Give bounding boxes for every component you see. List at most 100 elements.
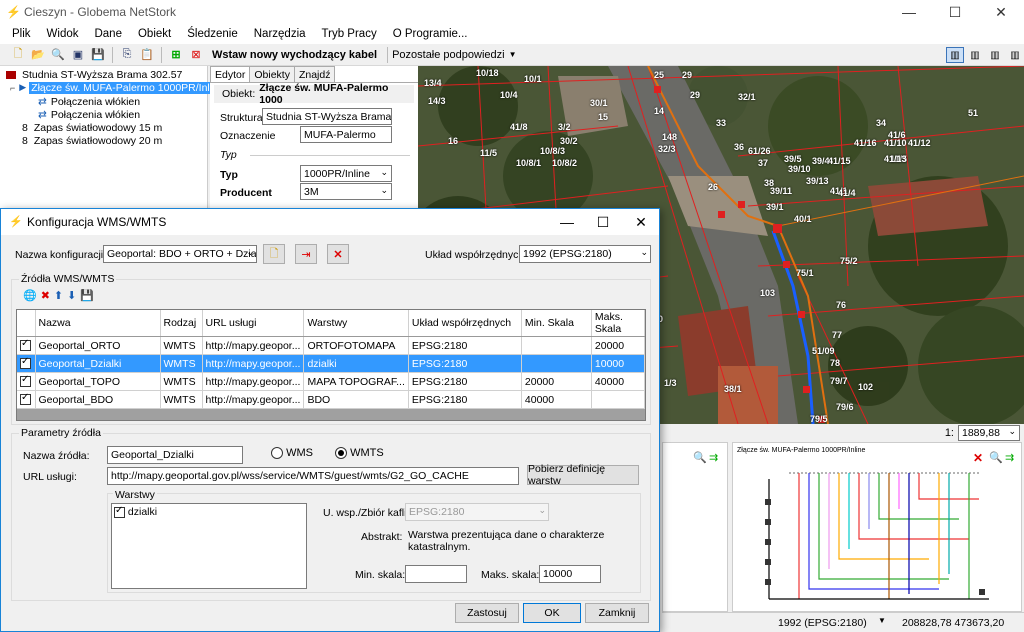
minimize-icon[interactable]: — (549, 209, 585, 235)
table-row[interactable]: Geoportal_BDO WMTS http://mapy.geopor...… (17, 390, 645, 409)
rename-config-icon[interactable]: ⇥ (295, 244, 317, 264)
delete-config-icon[interactable]: ✕ (327, 244, 349, 264)
preview-icon[interactable]: 🔍 (693, 451, 707, 464)
tree-item-polaczenia-1[interactable]: ⇄ Połączenia włókien (38, 95, 140, 108)
typ-select[interactable]: 1000PR/Inline ⌄ (300, 165, 392, 182)
tree-item-zlacze[interactable]: ⌐ ▶ Złącze św. MUFA-Palermo 1000PR/Inlin… (10, 81, 226, 94)
move-down-icon[interactable]: ⬇ (67, 289, 76, 302)
menu-tryb-pracy[interactable]: Tryb Pracy (314, 28, 385, 40)
scale-select[interactable]: 1889,88 ⌄ (958, 425, 1020, 441)
menu-widok[interactable]: Widok (39, 28, 87, 40)
row-checkbox[interactable] (20, 356, 31, 370)
apply-button[interactable]: Zastosuj (455, 603, 519, 623)
row-checkbox[interactable] (20, 374, 31, 388)
min-scale-input[interactable] (405, 565, 467, 583)
list-item[interactable]: dzialki (112, 504, 306, 520)
column-header-url[interactable]: URL usługi (202, 310, 305, 337)
column-header-max-scale[interactable]: Maks. Skala (591, 310, 645, 337)
chevron-down-icon: ⌄ (538, 505, 546, 515)
tab-obiekty[interactable]: Obiekty (249, 66, 295, 82)
row-checkbox[interactable] (20, 338, 31, 352)
save-icon[interactable]: 💾 (80, 289, 94, 302)
tree-item-zapas-15[interactable]: 8 Zapas światłowodowy 15 m (22, 121, 162, 134)
copy-icon[interactable]: ⎘ (119, 47, 135, 63)
tree-item-studnia[interactable]: Studnia ST-Wyższa Brama 302.57 (6, 68, 182, 81)
save-icon[interactable]: 💾 (90, 47, 106, 63)
source-name-input[interactable]: Geoportal_Dzialki (107, 446, 243, 464)
layout-4-icon[interactable]: ▥ (1006, 47, 1024, 63)
table-row[interactable]: Geoportal_TOPO WMTS http://mapy.geopor..… (17, 372, 645, 391)
oznaczenie-field[interactable]: MUFA-Palermo (300, 126, 392, 143)
parcel-label: 10/8/1 (516, 158, 542, 168)
parcel-label: 10/8/3 (540, 146, 566, 156)
cell-type: WMTS (160, 354, 203, 373)
struktura-field[interactable]: Studnia ST-Wyższa Brama 302. (262, 108, 392, 125)
ok-button[interactable]: OK (523, 603, 581, 623)
delete-icon[interactable]: ⊠ (188, 47, 204, 63)
cell-min-scale: 20000 (521, 372, 592, 391)
row-checkbox[interactable] (20, 392, 31, 406)
menu-dane[interactable]: Dane (86, 28, 130, 40)
menu-plik[interactable]: Plik (0, 28, 39, 40)
properties-icon[interactable]: ▣ (70, 47, 86, 63)
hints-dropdown[interactable]: Pozostałe podpowiedzi (392, 49, 505, 61)
parcel-label: 13/4 (424, 78, 442, 88)
tree-item-zapas-20[interactable]: 8 Zapas światłowodowy 20 m (22, 134, 162, 147)
tab-znajdz[interactable]: Znajdź (293, 66, 336, 82)
tree-item-polaczenia-2[interactable]: ⇄ Połączenia włókien (38, 108, 140, 121)
menu-narzedzia[interactable]: Narzędzia (246, 28, 314, 40)
oznaczenie-label: Oznaczenie (220, 130, 276, 142)
fetch-layers-button[interactable]: Pobierz definicję warstw (527, 463, 639, 487)
parcel-label: 10/4 (500, 90, 518, 100)
column-header-name[interactable]: Nazwa (35, 310, 161, 337)
add-globe-icon[interactable]: 🌐 (23, 289, 37, 302)
column-header-crs[interactable]: Układ współrzędnych (408, 310, 522, 337)
maximize-icon[interactable]: ☐ (585, 209, 621, 235)
crs-status[interactable]: 1992 (EPSG:2180) (778, 617, 867, 629)
menu-obiekt[interactable]: Obiekt (130, 28, 179, 40)
parcel-label: 61/26 (748, 146, 771, 156)
menu-sledzenie[interactable]: Śledzenie (179, 28, 246, 40)
tile-matrix-select[interactable]: EPSG:2180 ⌄ (405, 503, 549, 521)
preview-icon[interactable]: 🔍 (50, 47, 66, 63)
column-header-layers[interactable]: Warstwy (303, 310, 409, 337)
producent-select[interactable]: 3M ⌄ (300, 183, 392, 200)
table-row[interactable]: Geoportal_ORTO WMTS http://mapy.geopor..… (17, 336, 645, 355)
menu-o-programie[interactable]: O Programie... (385, 28, 476, 40)
parcel-label: 41/12 (908, 138, 931, 148)
layout-3-icon[interactable]: ▥ (986, 47, 1004, 63)
maximize-icon[interactable]: ☐ (932, 0, 978, 24)
fiber-connection-icon: ⇄ (38, 95, 47, 108)
crs-select[interactable]: 1992 (EPSG:2180) ⌄ (519, 245, 651, 263)
tab-edytor[interactable]: Edytor (210, 66, 251, 82)
open-folder-icon[interactable]: 📂 (30, 47, 46, 63)
splice-diagram (765, 472, 989, 600)
insert-cable-button[interactable]: Wstaw nowy wychodzący kabel (212, 49, 377, 61)
minimize-icon[interactable]: — (886, 0, 932, 24)
parcel-label: 79/6 (836, 402, 854, 412)
remove-icon[interactable]: ✖ (41, 289, 50, 302)
column-header-check (17, 310, 36, 337)
fiber-connection-icon: ⇄ (38, 108, 47, 121)
close-button[interactable]: Zamknij (585, 603, 649, 623)
radio-wms[interactable]: WMS (271, 447, 313, 460)
url-input[interactable]: http://mapy.geoportal.gov.pl/wss/service… (107, 467, 519, 485)
layout-2-icon[interactable]: ▥ (966, 47, 984, 63)
table-row[interactable]: Geoportal_Dzialki WMTS http://mapy.geopo… (17, 354, 645, 373)
radio-wmts[interactable]: WMTS (335, 447, 384, 460)
new-icon[interactable]: 🗋 (10, 47, 26, 63)
new-config-icon[interactable]: 🗋 (263, 244, 285, 264)
column-header-min-scale[interactable]: Min. Skala (521, 310, 592, 337)
layer-checkbox[interactable] (114, 505, 125, 518)
close-icon[interactable]: ✕ (978, 0, 1024, 24)
export-icon[interactable]: ⇉ (709, 451, 718, 464)
layout-1-icon[interactable]: ▥ (946, 47, 964, 63)
column-header-type[interactable]: Rodzaj (160, 310, 203, 337)
move-up-icon[interactable]: ⬆ (54, 289, 63, 302)
config-name-label: Nazwa konfiguracji: (15, 249, 107, 261)
paste-icon[interactable]: 📋 (139, 47, 155, 63)
close-icon[interactable]: ✕ (623, 209, 659, 235)
add-icon[interactable]: ⊞ (168, 47, 184, 63)
max-scale-input[interactable]: 10000 (539, 565, 601, 583)
config-name-select[interactable]: Geoportal: BDO + ORTO + Działki ⌄ (103, 245, 257, 263)
